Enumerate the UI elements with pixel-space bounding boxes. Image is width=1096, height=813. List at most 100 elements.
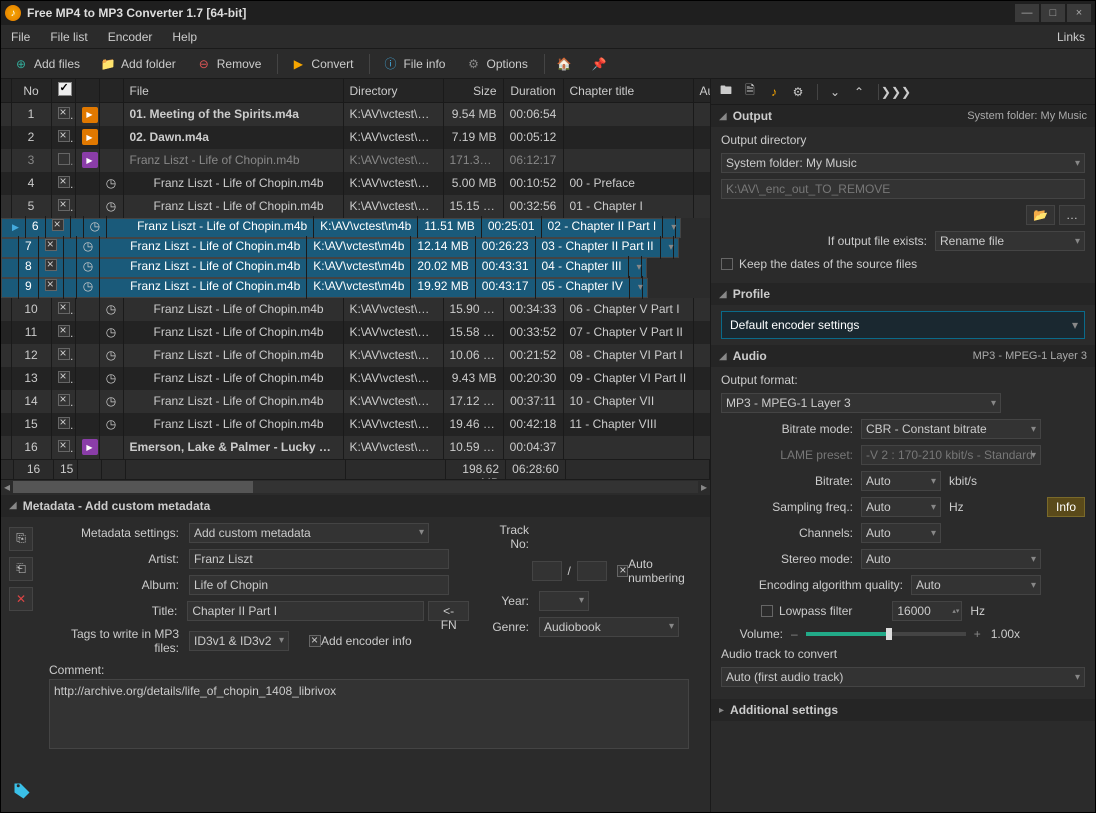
fn-button[interactable]: <-FN <box>428 601 469 621</box>
menu-encoder[interactable]: Encoder <box>98 26 163 48</box>
artist-input[interactable] <box>189 549 449 569</box>
track-total-input[interactable] <box>577 561 607 581</box>
table-row[interactable]: 15◷Franz Liszt - Life of Chopin.m4bK:\AV… <box>1 413 710 436</box>
lowpass-checkbox[interactable]: Lowpass filter <box>761 604 852 618</box>
minimize-button[interactable]: — <box>1015 4 1039 22</box>
table-row[interactable]: 12◷Franz Liszt - Life of Chopin.m4bK:\AV… <box>1 344 710 367</box>
gear-icon[interactable]: ⚙ <box>787 82 809 102</box>
table-row[interactable]: 7◷Franz Liszt - Life of Chopin.m4bK:\AV\… <box>1 238 679 258</box>
table-row[interactable]: 16▶Emerson, Lake & Palmer - Lucky Ma...K… <box>1 436 710 459</box>
music-icon[interactable]: ♪ <box>763 82 785 102</box>
profile-header[interactable]: ◢ Profile <box>711 283 1095 305</box>
document-icon[interactable]: 🗎 <box>739 82 761 102</box>
row-checkbox[interactable] <box>58 153 70 165</box>
volume-plus[interactable]: + <box>974 627 981 641</box>
row-checkbox[interactable] <box>45 279 57 291</box>
menu-filelist[interactable]: File list <box>40 26 97 48</box>
col-chapter[interactable]: Chapter title <box>563 79 693 103</box>
comment-input[interactable] <box>49 679 689 749</box>
metadata-header[interactable]: ◢ Metadata - Add custom metadata <box>1 495 710 517</box>
col-au[interactable]: Au <box>693 79 710 103</box>
paste-metadata-button[interactable]: ⎗ <box>9 557 33 581</box>
col-size[interactable]: Size <box>443 79 503 103</box>
genre-select[interactable]: Audiobook <box>539 617 679 637</box>
add-folder-button[interactable]: 📁Add folder <box>92 53 184 75</box>
table-row[interactable]: 2▶02. Dawn.m4aK:\AV\vctest\m4a7.19 MB00:… <box>1 126 710 149</box>
table-row[interactable]: 9◷Franz Liszt - Life of Chopin.m4bK:\AV\… <box>1 278 648 298</box>
bitrate-select[interactable]: Auto <box>861 471 941 491</box>
table-row[interactable]: 3▶Franz Liszt - Life of Chopin.m4bK:\AV\… <box>1 149 710 172</box>
menu-file[interactable]: File <box>1 26 40 48</box>
options-button[interactable]: ⚙Options <box>457 53 535 75</box>
row-checkbox[interactable] <box>58 371 70 383</box>
row-checkbox[interactable] <box>58 302 70 314</box>
audio-header[interactable]: ◢ Audio MP3 - MPEG-1 Layer 3 <box>711 345 1095 367</box>
row-checkbox[interactable] <box>58 325 70 337</box>
lowpass-input[interactable]: 16000 <box>892 601 962 621</box>
file-info-button[interactable]: ⓘFile info <box>374 53 453 75</box>
table-row[interactable]: 4◷Franz Liszt - Life of Chopin.m4bK:\AV\… <box>1 172 710 195</box>
track-no-input[interactable] <box>532 561 562 581</box>
menu-links[interactable]: Links <box>1047 26 1095 48</box>
row-checkbox[interactable] <box>58 348 70 360</box>
table-row[interactable]: 5◷Franz Liszt - Life of Chopin.m4bK:\AV\… <box>1 195 710 218</box>
browse-button[interactable]: 📂 <box>1026 205 1055 225</box>
volume-minus[interactable]: – <box>791 627 798 641</box>
menu-help[interactable]: Help <box>162 26 207 48</box>
col-directory[interactable]: Directory <box>343 79 443 103</box>
add-files-button[interactable]: ⊕Add files <box>5 53 88 75</box>
col-check[interactable] <box>51 79 75 103</box>
output-dir-select[interactable]: System folder: My Music <box>721 153 1085 173</box>
profile-select[interactable]: Default encoder settings <box>721 311 1085 339</box>
row-checkbox[interactable] <box>45 239 57 251</box>
table-row[interactable]: ▶6◷Franz Liszt - Life of Chopin.m4bK:\AV… <box>1 218 681 238</box>
pin-button[interactable]: 📌 <box>584 54 615 74</box>
clear-metadata-button[interactable]: ✕ <box>9 587 33 611</box>
folder-icon[interactable]: 🖿 <box>715 82 737 102</box>
keep-dates-checkbox[interactable]: Keep the dates of the source files <box>721 257 1085 271</box>
album-input[interactable] <box>189 575 449 595</box>
output-format-select[interactable]: MP3 - MPEG-1 Layer 3 <box>721 393 1001 413</box>
auto-numbering-checkbox[interactable]: Auto numbering <box>617 557 702 585</box>
table-row[interactable]: 1▶01. Meeting of the Spirits.m4aK:\AV\vc… <box>1 103 710 126</box>
stereo-mode-select[interactable]: Auto <box>861 549 1041 569</box>
audio-track-select[interactable]: Auto (first audio track) <box>721 667 1085 687</box>
metadata-settings-select[interactable]: Add custom metadata <box>189 523 429 543</box>
year-select[interactable] <box>539 591 589 611</box>
more-path-button[interactable]: … <box>1059 205 1085 225</box>
row-checkbox[interactable] <box>58 199 70 211</box>
row-checkbox[interactable] <box>58 417 70 429</box>
table-row[interactable]: 11◷Franz Liszt - Life of Chopin.m4bK:\AV… <box>1 321 710 344</box>
table-row[interactable]: 8◷Franz Liszt - Life of Chopin.m4bK:\AV\… <box>1 258 647 278</box>
title-input[interactable] <box>187 601 424 621</box>
output-header[interactable]: ◢ Output System folder: My Music <box>711 105 1095 127</box>
row-checkbox[interactable] <box>58 107 70 119</box>
col-duration[interactable]: Duration <box>503 79 563 103</box>
col-no[interactable]: No <box>11 79 51 103</box>
more-icon[interactable]: ❯❯❯ <box>885 82 907 102</box>
channels-select[interactable]: Auto <box>861 523 941 543</box>
row-checkbox[interactable] <box>52 219 64 231</box>
check-all-icon[interactable] <box>58 82 72 96</box>
enc-quality-select[interactable]: Auto <box>911 575 1041 595</box>
tags-select[interactable]: ID3v1 & ID3v2 <box>189 631 289 651</box>
copy-metadata-button[interactable]: ⎘ <box>9 527 33 551</box>
maximize-button[interactable]: □ <box>1041 4 1065 22</box>
sampling-select[interactable]: Auto <box>861 497 941 517</box>
row-checkbox[interactable] <box>58 176 70 188</box>
row-checkbox[interactable] <box>58 130 70 142</box>
additional-header[interactable]: ▸ Additional settings <box>711 699 1095 721</box>
output-exists-select[interactable]: Rename file <box>935 231 1085 251</box>
horizontal-scrollbar[interactable]: ◂ ▸ <box>1 479 710 495</box>
table-row[interactable]: 14◷Franz Liszt - Life of Chopin.m4bK:\AV… <box>1 390 710 413</box>
bitrate-mode-select[interactable]: CBR - Constant bitrate <box>861 419 1041 439</box>
row-checkbox[interactable] <box>58 394 70 406</box>
col-file[interactable]: File <box>123 79 343 103</box>
convert-button[interactable]: ▶Convert <box>282 53 361 75</box>
table-row[interactable]: 10◷Franz Liszt - Life of Chopin.m4bK:\AV… <box>1 298 710 321</box>
row-checkbox[interactable] <box>58 440 70 452</box>
row-checkbox[interactable] <box>45 259 57 271</box>
close-button[interactable]: × <box>1067 4 1091 22</box>
remove-button[interactable]: ⊖Remove <box>188 53 270 75</box>
add-encoder-checkbox[interactable]: Add encoder info <box>309 634 412 648</box>
